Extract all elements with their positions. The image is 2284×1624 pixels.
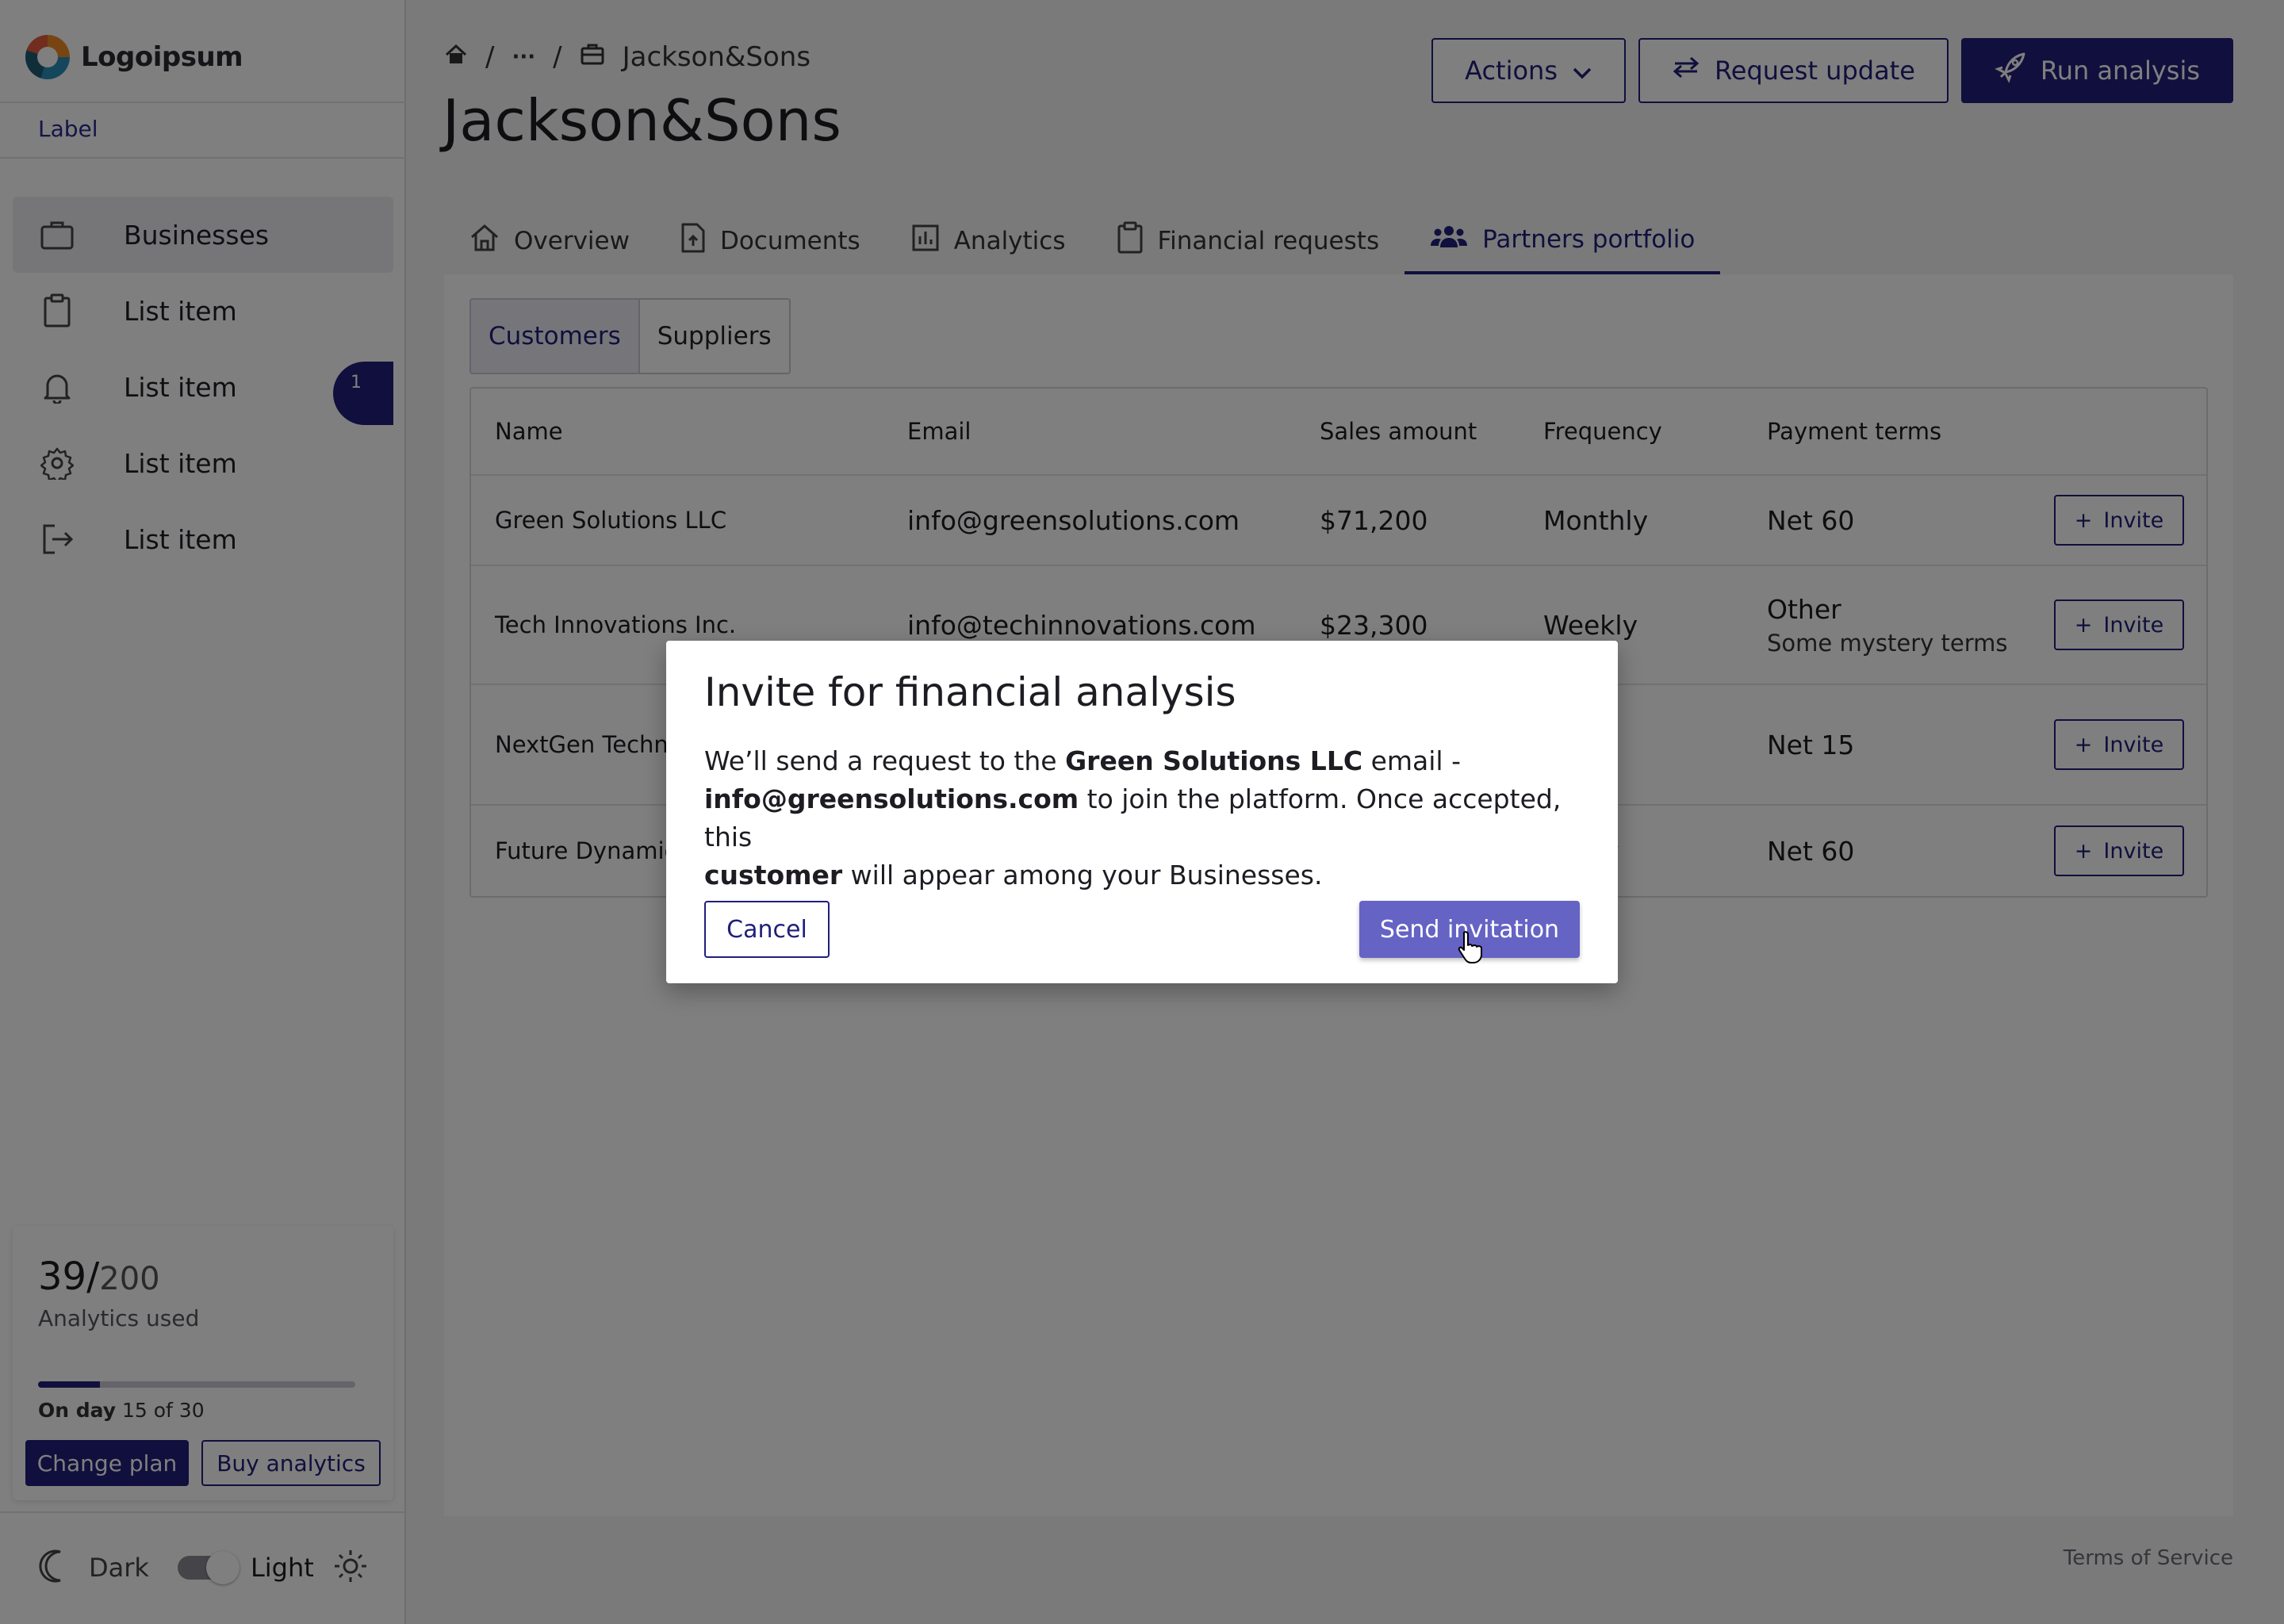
body-text: email - bbox=[1362, 745, 1461, 776]
body-text: We’ll send a request to the bbox=[704, 745, 1066, 776]
dialog-body: We’ll send a request to the Green Soluti… bbox=[704, 742, 1585, 894]
hand-pointer-cursor-icon bbox=[1458, 931, 1482, 963]
dialog-title: Invite for financial analysis bbox=[704, 669, 1236, 715]
partner-role: customer bbox=[704, 860, 843, 891]
company-name: Green Solutions LLC bbox=[1065, 745, 1363, 776]
company-email: info@greensolutions.com bbox=[704, 783, 1079, 814]
body-text: will appear among your Businesses. bbox=[842, 860, 1323, 891]
cancel-button[interactable]: Cancel bbox=[704, 901, 830, 958]
